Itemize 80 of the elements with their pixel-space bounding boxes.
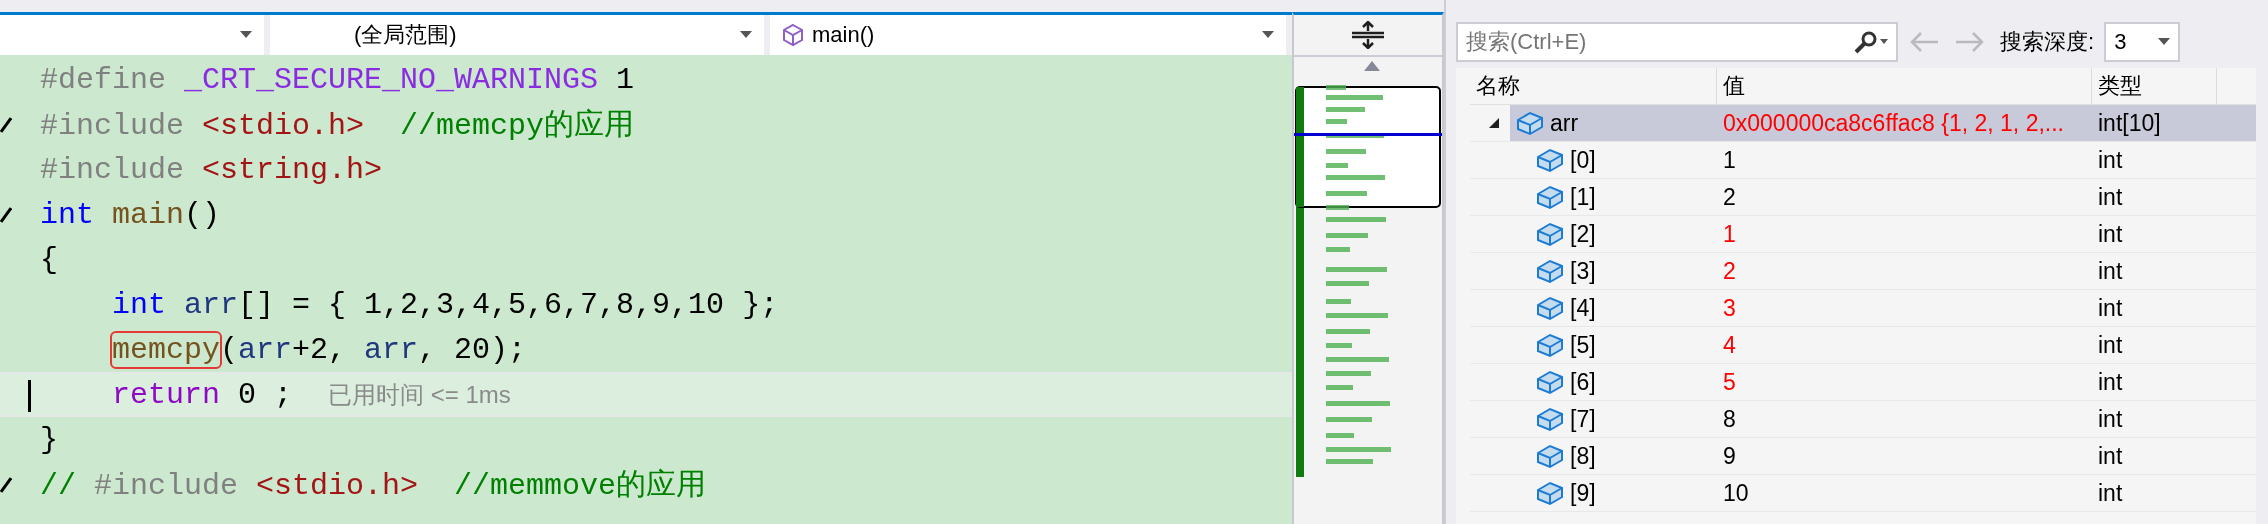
search-field[interactable]: 搜索(Ctrl+E) bbox=[1456, 22, 1898, 62]
variable-type: int bbox=[2098, 220, 2123, 248]
variable-name: [3] bbox=[1570, 257, 1596, 285]
variable-name: [5] bbox=[1570, 331, 1596, 359]
code-line: int main() bbox=[40, 197, 221, 232]
object-icon bbox=[1516, 110, 1544, 136]
variable-name: [0] bbox=[1570, 146, 1596, 174]
code-line: return 0 ; bbox=[111, 377, 293, 412]
variable-name: arr bbox=[1550, 109, 1579, 137]
code-line: { bbox=[40, 242, 58, 277]
watch-row[interactable]: [0] 1 int bbox=[1470, 142, 2256, 179]
member-dropdown[interactable]: main() bbox=[770, 15, 1286, 55]
cube-icon bbox=[782, 23, 804, 47]
dropdown-label: main() bbox=[812, 22, 875, 48]
dropdown-arrow-icon bbox=[2158, 38, 2171, 46]
code-line: memcpy(arr+2, arr, 20); bbox=[111, 332, 527, 367]
watch-row[interactable]: [8] 9 int bbox=[1470, 438, 2256, 475]
variable-value: 5 bbox=[1723, 368, 1736, 396]
dropdown-arrow-icon bbox=[1262, 31, 1274, 39]
variable-value: 4 bbox=[1723, 331, 1736, 359]
object-icon bbox=[1536, 480, 1564, 506]
variable-value: 1 bbox=[1723, 220, 1736, 248]
dropdown-label: (全局范围) bbox=[354, 21, 457, 49]
variable-value: 2 bbox=[1723, 183, 1736, 211]
variable-type: int bbox=[2098, 442, 2123, 470]
watch-row[interactable]: [5] 4 int bbox=[1470, 327, 2256, 364]
variable-type: int bbox=[2098, 257, 2123, 285]
search-depth-dropdown[interactable]: 3 bbox=[2104, 22, 2181, 62]
variable-name: [2] bbox=[1570, 220, 1596, 248]
variable-value: 3 bbox=[1723, 294, 1736, 322]
variable-type: int bbox=[2098, 146, 2123, 174]
variable-value: 10 bbox=[1723, 479, 1749, 507]
variable-type: int bbox=[2098, 479, 2123, 507]
code-line: #include <string.h> bbox=[40, 152, 383, 187]
object-icon bbox=[1536, 406, 1564, 432]
watch-row[interactable]: [2] 1 int bbox=[1470, 216, 2256, 253]
variable-value: 9 bbox=[1723, 442, 1736, 470]
variable-type: int bbox=[2098, 294, 2123, 322]
object-icon bbox=[1536, 184, 1564, 210]
object-icon bbox=[1536, 332, 1564, 358]
variable-value: 2 bbox=[1723, 257, 1736, 285]
search-depth-label: 搜索深度: bbox=[2000, 28, 2095, 56]
variable-name: [6] bbox=[1570, 368, 1596, 396]
variable-name: [7] bbox=[1570, 405, 1596, 433]
code-line: int arr[] = { 1,2,3,4,5,6,7,8,9,10 }; bbox=[111, 287, 779, 322]
watch-row[interactable]: [3] 2 int bbox=[1470, 253, 2256, 290]
variable-type: int bbox=[2098, 368, 2123, 396]
code-line: // #include <stdio.h> //memmove的应用 bbox=[40, 467, 707, 505]
watch-row[interactable]: [4] 3 int bbox=[1470, 290, 2256, 327]
object-icon bbox=[1536, 147, 1564, 173]
code-line: #define _CRT_SECURE_NO_WARNINGS 1 bbox=[40, 62, 635, 97]
object-icon bbox=[1536, 369, 1564, 395]
object-icon bbox=[1536, 443, 1564, 469]
object-icon bbox=[1536, 258, 1564, 284]
variable-value: 1 bbox=[1723, 146, 1736, 174]
watch-row[interactable]: [7] 8 int bbox=[1470, 401, 2256, 438]
variable-name: [8] bbox=[1570, 442, 1596, 470]
watch-row[interactable]: [9] 10 int bbox=[1470, 475, 2256, 512]
variable-value: 8 bbox=[1723, 405, 1736, 433]
variable-value: 0x000000ca8c6ffac8 {1, 2, 1, 2,... bbox=[1723, 109, 2064, 137]
variable-type: int bbox=[2098, 405, 2123, 433]
variable-name: [9] bbox=[1570, 479, 1596, 507]
code-line: } bbox=[40, 422, 58, 457]
text-caret bbox=[28, 380, 31, 412]
variable-type: int bbox=[2098, 331, 2123, 359]
scope-dropdown[interactable]: (全局范围) bbox=[270, 15, 764, 55]
object-icon bbox=[1536, 221, 1564, 247]
expand-triangle-icon[interactable] bbox=[1488, 117, 1500, 129]
watch-row[interactable]: arr 0x000000ca8c6ffac8 {1, 2, 1, 2,... int[10] bbox=[1470, 105, 2256, 142]
watch-row[interactable]: [1] 2 int bbox=[1470, 179, 2256, 216]
watch-row[interactable]: [6] 5 int bbox=[1470, 364, 2256, 401]
object-icon bbox=[1536, 295, 1564, 321]
code-line: #include <stdio.h> //memcpy的应用 bbox=[40, 107, 635, 145]
variable-type: int[10] bbox=[2098, 109, 2161, 137]
variable-type: int bbox=[2098, 183, 2123, 211]
perf-tip: 已用时间 <= 1ms bbox=[328, 379, 511, 410]
variable-name: [4] bbox=[1570, 294, 1596, 322]
dropdown-arrow-icon bbox=[240, 31, 252, 39]
variable-name: [1] bbox=[1570, 183, 1596, 211]
dropdown-arrow-icon bbox=[740, 31, 752, 39]
